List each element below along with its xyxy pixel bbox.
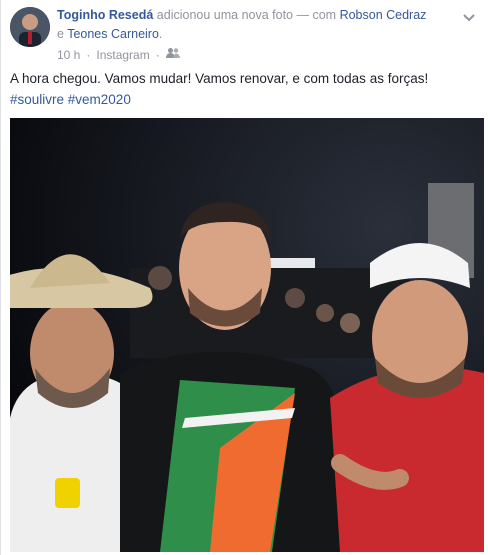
conjunction-text: e xyxy=(57,27,64,41)
post-message: A hora chegou. Vamos mudar! Vamos renova… xyxy=(10,71,429,86)
friends-icon[interactable] xyxy=(165,47,180,62)
post-header: Toginho Resedá adicionou uma nova foto —… xyxy=(10,6,480,62)
timestamp-link[interactable]: 10 h xyxy=(57,48,80,62)
facebook-post-card: Toginho Resedá adicionou uma nova foto —… xyxy=(0,0,488,555)
wristband xyxy=(55,478,80,508)
post-body: A hora chegou. Vamos mudar! Vamos renova… xyxy=(10,68,478,110)
post-hashtags[interactable]: #soulivre #vem2020 xyxy=(10,89,478,110)
chevron-down-icon[interactable] xyxy=(462,10,476,24)
post-meta: 10 h · Instagram · xyxy=(57,47,180,62)
author-name-link[interactable]: Toginho Resedá xyxy=(57,8,153,22)
tagged-person-link[interactable]: Teones Carneiro xyxy=(67,27,159,41)
period-text: . xyxy=(158,27,163,41)
card-border xyxy=(0,0,1,555)
source-link[interactable]: Instagram xyxy=(96,48,149,62)
photo-illustration xyxy=(10,118,484,552)
post-photo[interactable] xyxy=(10,118,484,552)
meta-separator: · xyxy=(155,47,160,62)
action-text: adicionou uma nova foto — com xyxy=(156,8,337,22)
author-avatar[interactable] xyxy=(10,7,50,47)
meta-separator: · xyxy=(86,47,91,62)
tagged-person-link[interactable]: Robson Cedraz xyxy=(340,8,427,22)
post-header-text: Toginho Resedá adicionou uma nova foto —… xyxy=(57,6,427,44)
